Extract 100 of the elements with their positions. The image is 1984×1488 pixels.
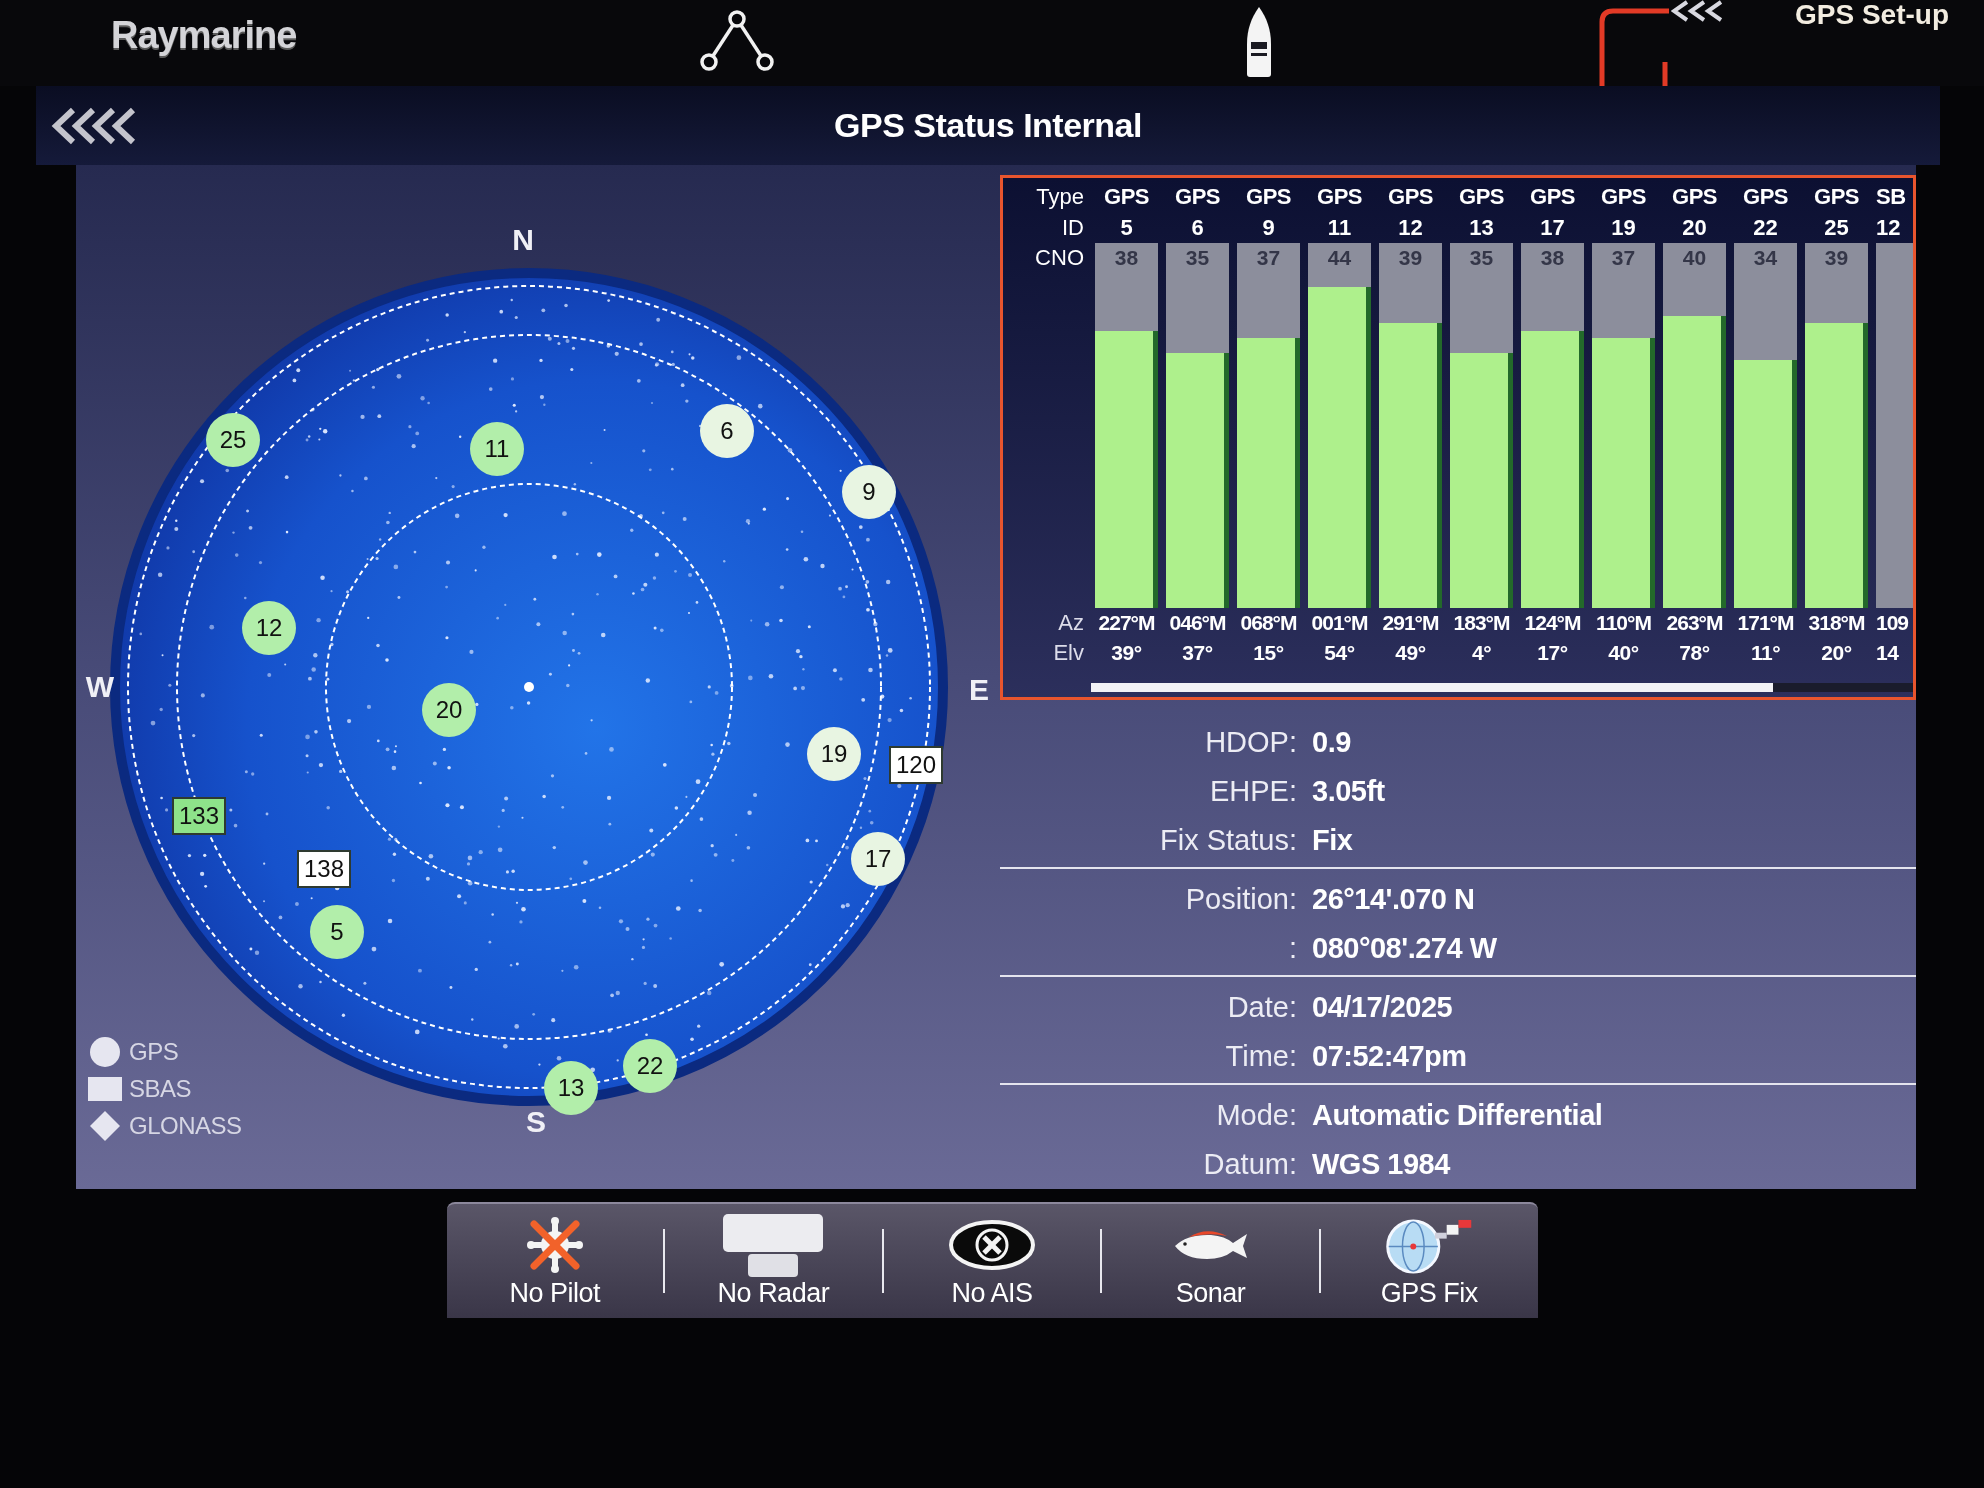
satellite-id: 12 bbox=[1398, 214, 1423, 242]
elevation-value: 40° bbox=[1608, 640, 1639, 666]
azimuth-value: 110°M bbox=[1596, 610, 1651, 636]
elevation-value: 20° bbox=[1821, 640, 1852, 666]
row-label: ID bbox=[1062, 214, 1084, 242]
compass-label: E bbox=[969, 675, 989, 705]
info-value: Automatic Differential bbox=[1312, 1097, 1603, 1133]
azimuth-value: 046°M bbox=[1169, 610, 1226, 636]
radar-button[interactable]: No Radar bbox=[665, 1204, 882, 1318]
info-label: Time: bbox=[1225, 1038, 1297, 1074]
compass-label: W bbox=[85, 672, 115, 702]
azimuth-value: 291°M bbox=[1382, 610, 1439, 636]
info-value: WGS 1984 bbox=[1312, 1146, 1450, 1182]
cno-value: 40 bbox=[1682, 245, 1707, 271]
satellite-type: GPS bbox=[1246, 183, 1291, 211]
satellite-type: GPS bbox=[1459, 183, 1504, 211]
azimuth-value: 227°M bbox=[1098, 610, 1155, 636]
crossed-oval-icon bbox=[949, 1220, 1035, 1270]
legend-label: GPS bbox=[129, 1036, 179, 1067]
sbas-satellite-marker: 138 bbox=[297, 850, 351, 888]
elevation-value: 54° bbox=[1324, 640, 1355, 666]
row-label: Az bbox=[1058, 609, 1084, 637]
boat-icon[interactable] bbox=[1246, 6, 1272, 78]
elevation-value: 14 bbox=[1876, 640, 1899, 666]
circle-icon bbox=[90, 1036, 120, 1067]
satellite-type: GPS bbox=[1317, 183, 1362, 211]
setup-tab[interactable]: GPS Set-up bbox=[1671, 0, 1949, 30]
satellite-type: GPS bbox=[1530, 183, 1575, 211]
azimuth-value: 124°M bbox=[1524, 610, 1581, 636]
satellite-id: 13 bbox=[1469, 214, 1494, 242]
sbas-satellite-marker: 133 bbox=[172, 797, 226, 835]
cno-value: 35 bbox=[1469, 245, 1494, 271]
elevation-value: 17° bbox=[1537, 640, 1568, 666]
row-label: Elv bbox=[1053, 639, 1084, 667]
elevation-value: 39° bbox=[1111, 640, 1142, 666]
network-icon[interactable] bbox=[700, 10, 774, 72]
info-label: : bbox=[1288, 930, 1297, 966]
satellite-type: GPS bbox=[1743, 183, 1788, 211]
azimuth-value: 318°M bbox=[1808, 610, 1865, 636]
satellite-type: GPS bbox=[1104, 183, 1149, 211]
azimuth-value: 263°M bbox=[1666, 610, 1723, 636]
crossed-wheel-icon bbox=[525, 1217, 584, 1273]
legend-label: SBAS bbox=[129, 1073, 192, 1104]
info-label: EHPE: bbox=[1209, 773, 1297, 809]
satellite-type: GPS bbox=[1814, 183, 1859, 211]
diamond-icon bbox=[90, 1110, 120, 1141]
sbas-satellite-marker: 120 bbox=[889, 746, 943, 784]
gps-fix-button[interactable]: GPS Fix bbox=[1320, 1204, 1538, 1318]
elevation-value: 4° bbox=[1471, 640, 1492, 666]
azimuth-value: 171°M bbox=[1737, 610, 1794, 636]
cno-value: 44 bbox=[1327, 245, 1352, 271]
globe-satellite-icon bbox=[1385, 1216, 1474, 1274]
cno-value: 37 bbox=[1256, 245, 1281, 271]
compass-label: S bbox=[526, 1107, 546, 1137]
pilot-button[interactable]: No Pilot bbox=[446, 1204, 664, 1318]
info-value: 0.9 bbox=[1312, 724, 1351, 760]
cno-value: 38 bbox=[1540, 245, 1565, 271]
azimuth-value: 183°M bbox=[1453, 610, 1510, 636]
elevation-value: 37° bbox=[1182, 640, 1213, 666]
satellite-id: 19 bbox=[1611, 214, 1636, 242]
satellite-id: 25 bbox=[1824, 214, 1849, 242]
satellite-id: 20 bbox=[1682, 214, 1707, 242]
info-value: 07:52:47pm bbox=[1312, 1038, 1467, 1074]
ais-button[interactable]: No AIS bbox=[883, 1204, 1101, 1318]
screen-title: GPS Status Internal bbox=[834, 105, 1142, 146]
cno-value: 34 bbox=[1753, 245, 1778, 271]
info-label: Position: bbox=[1185, 881, 1297, 917]
info-value: 080°08'.274 W bbox=[1312, 930, 1497, 966]
cno-value: 39 bbox=[1398, 245, 1423, 271]
satellite-type: GPS bbox=[1388, 183, 1433, 211]
elevation-value: 15° bbox=[1253, 640, 1284, 666]
square-icon bbox=[88, 1076, 122, 1101]
azimuth-value: 001°M bbox=[1311, 610, 1368, 636]
azimuth-value: 109 bbox=[1876, 610, 1909, 636]
satellite-id: 5 bbox=[1120, 214, 1133, 242]
satellite-id: 17 bbox=[1540, 214, 1565, 242]
satellite-type: GPS bbox=[1601, 183, 1646, 211]
scrollbar-thumb[interactable] bbox=[1091, 683, 1774, 692]
brand-logo: Raymarine bbox=[111, 14, 298, 56]
info-label: Date: bbox=[1227, 989, 1297, 1025]
legend-label: GLONASS bbox=[129, 1110, 242, 1141]
info-value: Fix bbox=[1312, 822, 1353, 858]
info-label: Mode: bbox=[1216, 1097, 1297, 1133]
cno-value: 39 bbox=[1824, 245, 1849, 271]
row-label: Type bbox=[1036, 183, 1084, 211]
elevation-value: 11° bbox=[1750, 640, 1781, 666]
satellite-id: 22 bbox=[1753, 214, 1778, 242]
satellite-id: 9 bbox=[1262, 214, 1275, 242]
satellite-type: GPS bbox=[1175, 183, 1220, 211]
row-label: CNO bbox=[1035, 244, 1084, 272]
cno-value: 37 bbox=[1611, 245, 1636, 271]
elevation-value: 49° bbox=[1395, 640, 1426, 666]
info-label: Datum: bbox=[1203, 1146, 1297, 1182]
satellite-type: GPS bbox=[1672, 183, 1717, 211]
info-value: 26°14'.070 N bbox=[1312, 881, 1475, 917]
radar-scanner-icon bbox=[723, 1213, 824, 1277]
chevrons-left-icon bbox=[1671, 0, 1725, 22]
satellite-type: SB bbox=[1876, 183, 1906, 211]
info-value: 04/17/2025 bbox=[1312, 989, 1453, 1025]
sonar-button[interactable]: Sonar bbox=[1102, 1204, 1319, 1318]
